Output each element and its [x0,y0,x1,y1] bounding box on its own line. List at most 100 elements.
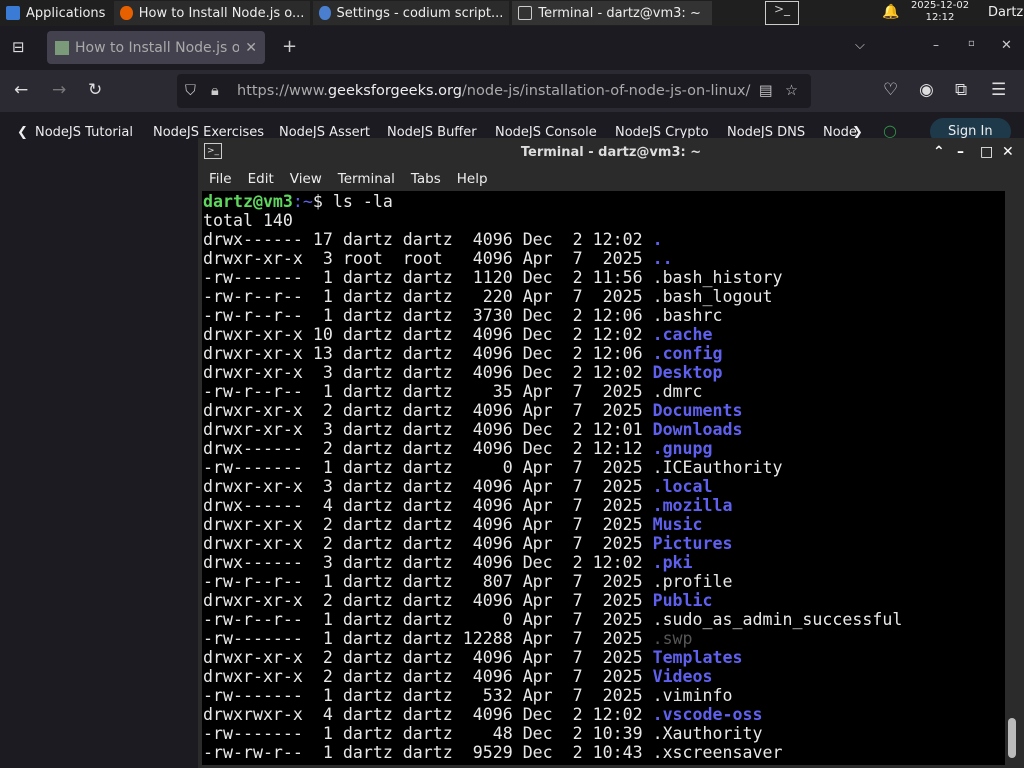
listing-row: -rw------- 1 dartz dartz 1120 Dec 2 11:5… [203,268,1005,287]
listing-row: drwxr-xr-x 2 dartz dartz 4096 Apr 7 2025… [203,667,1005,686]
listing-row: drwxr-xr-x 2 dartz dartz 4096 Apr 7 2025… [203,534,1005,553]
applications-menu[interactable]: Applications [0,1,112,25]
listing-row: drwxr-xr-x 3 dartz dartz 4096 Dec 2 12:0… [203,363,1005,382]
lock-icon[interactable]: 🔒︎ [211,83,219,99]
file-name: Pictures [652,534,733,553]
file-meta: drwxr-xr-x 2 dartz dartz 4096 Apr 7 2025 [203,401,653,420]
menu-view[interactable]: View [290,171,322,187]
chevron-down-icon[interactable]: ⌵ [855,38,865,53]
listing-row: -rw-r--r-- 1 dartz dartz 35 Apr 7 2025 .… [203,382,1005,401]
menu-edit[interactable]: Edit [248,171,274,187]
prompt-line: dartz@vm3:~$ ls -la [203,192,1005,211]
file-meta: drwx------ 4 dartz dartz 4096 Apr 7 2025 [203,496,653,515]
file-name: .mozilla [652,496,733,515]
listing-row: -rw-r--r-- 1 dartz dartz 220 Apr 7 2025 … [203,287,1005,306]
file-meta: -rw-r--r-- 1 dartz dartz 807 Apr 7 2025 [203,572,653,591]
user-menu[interactable]: Dartz [988,5,1023,20]
file-meta: drwxr-xr-x 3 dartz dartz 4096 Dec 2 12:0… [203,420,653,439]
task-terminal[interactable]: Terminal - dartz@vm3: ~ [512,1,713,25]
back-icon[interactable]: ← [14,80,28,100]
file-name: .viminfo [652,686,733,705]
file-meta: drwxr-xr-x 3 root root 4096 Apr 7 2025 [203,249,653,268]
file-name: .bash_history [652,268,783,287]
maximize-button[interactable]: ▫ [968,38,975,49]
url-bar[interactable]: ⛉ 🔒︎ https://www. geeksforgeeks.org/node-… [177,74,811,108]
close-button[interactable]: ✕ [1002,144,1014,160]
task-settings[interactable]: Settings - codium script... [313,1,510,25]
pocket-icon[interactable]: ♡ [883,80,898,100]
file-name: .sudo_as_admin_successful [652,610,903,629]
account-icon[interactable]: ◉ [919,80,934,100]
clock[interactable]: 2025-12-02 12:12 [905,0,975,24]
menu-help[interactable]: Help [457,171,488,187]
prompt-user: dartz@vm3 [203,192,293,211]
file-name: Videos [652,667,713,686]
file-name: .gnupg [652,439,713,458]
xfce-icon [6,6,20,20]
listing-row: drwxr-xr-x 13 dartz dartz 4096 Dec 2 12:… [203,344,1005,363]
listing-row: drwxr-xr-x 3 root root 4096 Apr 7 2025 .… [203,249,1005,268]
listing-row: drwxr-xr-x 3 dartz dartz 4096 Apr 7 2025… [203,477,1005,496]
task-label: Terminal - dartz@vm3: ~ [538,5,701,21]
new-tab-button[interactable]: + [282,36,297,57]
extensions-icon[interactable]: ⧉ [955,80,967,100]
file-name: .xscreensaver [652,743,783,762]
listing-row: drwxr-xr-x 2 dartz dartz 4096 Apr 7 2025… [203,648,1005,667]
file-name: Downloads [652,420,743,439]
menu-file[interactable]: File [209,171,232,187]
reload-icon[interactable]: ↻ [88,80,102,100]
file-meta: -rw-r--r-- 1 dartz dartz 35 Apr 7 2025 [203,382,653,401]
file-name: Desktop [652,363,723,382]
listing-row: drwxrwxr-x 4 dartz dartz 4096 Dec 2 12:0… [203,705,1005,724]
minimize-button[interactable]: – [957,144,964,160]
listing-row: -rw------- 1 dartz dartz 12288 Apr 7 202… [203,629,1005,648]
scrollbar-thumb[interactable] [1008,718,1016,758]
forward-icon[interactable]: → [52,80,66,100]
bell-icon[interactable]: 🔔 [882,4,899,20]
file-meta: -rw-r--r-- 1 dartz dartz 220 Apr 7 2025 [203,287,653,306]
chevron-left-icon[interactable]: ❮ [17,125,28,140]
terminal-output[interactable]: dartz@vm3:~$ ls -la total 140 drwx------ 1… [202,191,1005,765]
browser-tab[interactable]: How to Install Node.js on ✕ [47,31,265,64]
date: 2025-12-02 [910,0,970,11]
listing-row: drwxr-xr-x 2 dartz dartz 4096 Apr 7 2025… [203,515,1005,534]
file-meta: drwxr-xr-x 2 dartz dartz 4096 Apr 7 2025 [203,591,653,610]
terminal-titlebar[interactable]: >_ Terminal - dartz@vm3: ~ ⌃ – □ ✕ [198,138,1024,166]
file-name: .bash_logout [652,287,773,306]
file-meta: -rw------- 1 dartz dartz 48 Dec 2 10:39 [203,724,653,743]
terminal-icon: >_ [204,143,222,159]
prompt-symbol: $ [312,192,333,211]
file-name: .Xauthority [652,724,763,743]
file-meta: drwxr-xr-x 10 dartz dartz 4096 Dec 2 12:… [203,325,653,344]
firefox-icon [120,6,133,20]
listing-row: drwxr-xr-x 2 dartz dartz 4096 Apr 7 2025… [203,591,1005,610]
listing-row: -rw------- 1 dartz dartz 48 Dec 2 10:39 … [203,724,1005,743]
maximize-button[interactable]: □ [980,144,993,160]
file-meta: drwx------ 17 dartz dartz 4096 Dec 2 12:… [203,230,653,249]
prompt-path: :~ [292,192,313,211]
close-window-button[interactable]: ✕ [1001,38,1012,53]
menu-tabs[interactable]: Tabs [411,171,441,187]
menu-terminal[interactable]: Terminal [338,171,395,187]
file-meta: -rw------- 1 dartz dartz 532 Apr 7 2025 [203,686,653,705]
shield-icon[interactable]: ⛉ [185,83,196,99]
file-name: .. [652,249,673,268]
terminal-launcher-icon[interactable]: >_ [765,1,799,25]
close-tab-icon[interactable]: ✕ [245,40,257,56]
menu-icon[interactable]: ☰ [991,80,1006,100]
minimize-button[interactable]: – [933,38,939,52]
listing-row: drwx------ 17 dartz dartz 4096 Dec 2 12:… [203,230,1005,249]
reader-view-icon[interactable]: ▤ [759,83,773,99]
browser-tabbar: ⊟ How to Install Node.js on ✕ + ⌵ – ▫ ✕ [0,26,1024,70]
file-name: Templates [652,648,743,667]
file-meta: -rw------- 1 dartz dartz 0 Apr 7 2025 [203,458,653,477]
star-icon[interactable]: ☆ [785,83,798,99]
file-meta: drwxr-xr-x 2 dartz dartz 4096 Apr 7 2025 [203,667,653,686]
tab-list-icon[interactable]: ⊟ [12,38,25,56]
file-name: .vscode-oss [652,705,763,724]
file-name: Public [652,591,713,610]
shade-button[interactable]: ⌃ [933,144,945,160]
nav-link[interactable]: NodeJS Tutorial [35,125,133,140]
file-name: .local [652,477,713,496]
task-firefox[interactable]: How to Install Node.js o... [114,1,311,25]
